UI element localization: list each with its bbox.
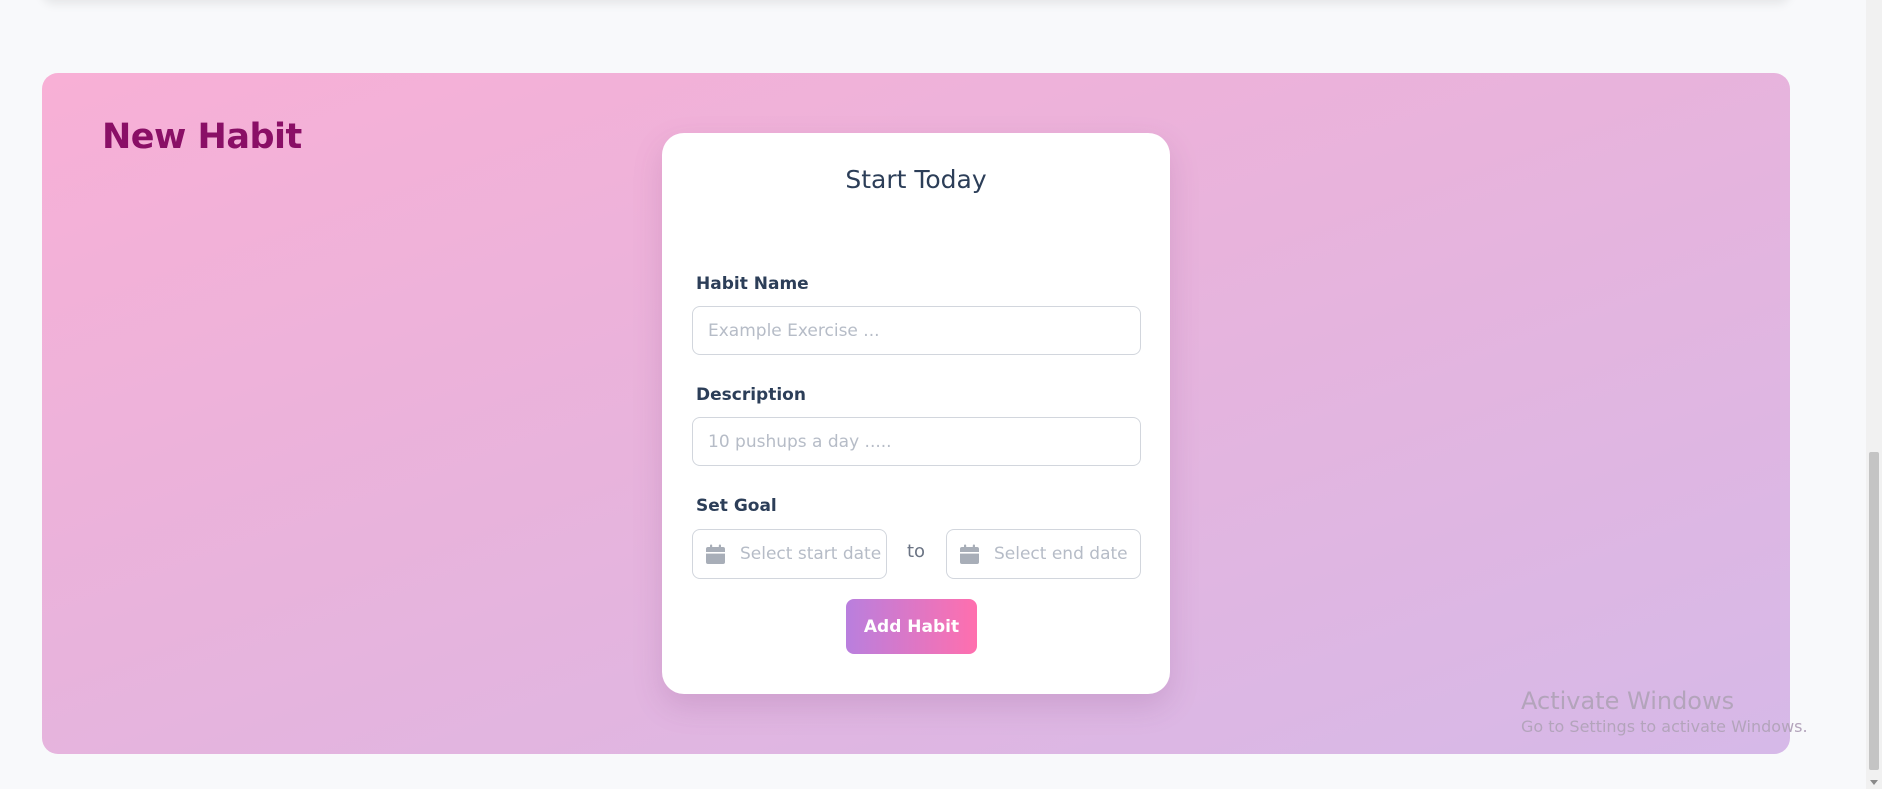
scrollbar-thumb[interactable] <box>1869 452 1879 770</box>
scroll-down-arrow-icon[interactable] <box>1870 780 1878 785</box>
activate-windows-watermark: Activate Windows Go to Settings to activ… <box>1521 686 1808 738</box>
add-habit-button[interactable]: Add Habit <box>846 599 977 654</box>
end-date-picker[interactable]: Select end date <box>946 529 1141 579</box>
date-range-separator: to <box>906 541 926 562</box>
section-title: New Habit <box>102 117 302 157</box>
page-scrollbar[interactable] <box>1866 0 1882 789</box>
habit-name-input[interactable] <box>692 306 1141 355</box>
habit-name-label: Habit Name <box>696 274 809 294</box>
start-date-placeholder: Select start date <box>740 544 882 564</box>
watermark-subtitle: Go to Settings to activate Windows. <box>1521 717 1808 736</box>
form-title: Start Today <box>845 165 987 194</box>
calendar-icon <box>705 544 726 565</box>
description-input[interactable] <box>692 417 1141 466</box>
watermark-title: Activate Windows <box>1521 687 1735 715</box>
new-habit-section: New Habit Start Today Habit Name Descrip… <box>42 73 1790 754</box>
set-goal-label: Set Goal <box>696 496 777 516</box>
start-date-picker[interactable]: Select start date <box>692 529 887 579</box>
description-label: Description <box>696 385 806 405</box>
new-habit-form: Start Today Habit Name Description Set G… <box>662 133 1170 694</box>
end-date-placeholder: Select end date <box>994 544 1128 564</box>
calendar-icon <box>959 544 980 565</box>
